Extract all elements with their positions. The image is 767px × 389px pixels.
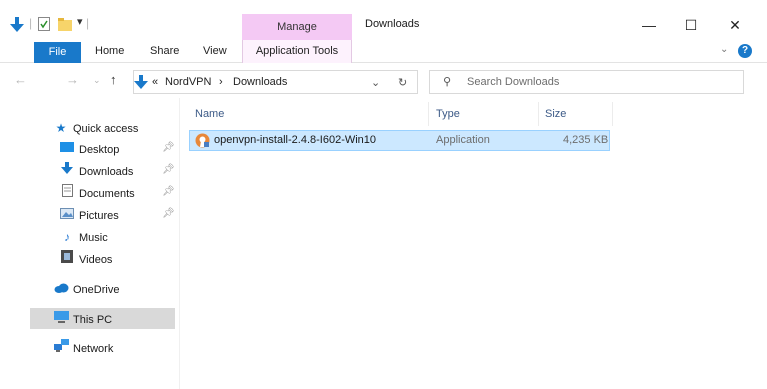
new-folder-icon[interactable] <box>58 17 72 31</box>
sidebar-item-onedrive[interactable]: OneDrive <box>53 279 119 299</box>
column-divider[interactable] <box>612 102 613 126</box>
desktop-icon <box>59 139 75 159</box>
column-header-type[interactable]: Type <box>436 108 460 120</box>
sidebar-item-label: Downloads <box>79 166 134 178</box>
address-dropdown-icon[interactable]: ⌄ <box>371 76 380 89</box>
forward-arrow-icon[interactable]: → <box>66 72 79 87</box>
file-type: Application <box>436 134 490 146</box>
sidebar-item-label: Pictures <box>79 210 119 222</box>
address-segment-nordvpn[interactable]: NordVPN <box>165 76 211 88</box>
sidebar-item-downloads[interactable]: Downloads <box>59 161 133 181</box>
sidebar-item-label: Music <box>79 232 108 244</box>
sidebar-item-music[interactable]: ♪ Music <box>59 227 108 247</box>
address-overflow[interactable]: « <box>152 76 158 88</box>
address-row: ← → ⌄ ↑ « NordVPN › Downloads ⌄ ↻ ⚲ Sear… <box>0 64 767 98</box>
pin-icon[interactable]: 📌︎ <box>162 186 175 197</box>
up-arrow-icon[interactable]: ↑ <box>110 72 117 87</box>
sidebar-item-desktop[interactable]: Desktop <box>59 139 119 159</box>
back-arrow-icon[interactable]: ← <box>14 72 27 87</box>
pin-icon[interactable]: 📌︎ <box>162 142 175 153</box>
address-segment-downloads[interactable]: Downloads <box>233 76 287 88</box>
refresh-icon[interactable]: ↻ <box>398 76 407 89</box>
sidebar-item-label: Desktop <box>79 144 120 156</box>
properties-icon[interactable] <box>38 17 50 31</box>
recent-locations-icon[interactable]: ⌄ <box>93 75 101 86</box>
search-input[interactable]: ⚲ Search Downloads <box>429 70 744 94</box>
sidebar-item-videos[interactable]: Videos <box>59 249 112 269</box>
address-bar[interactable]: « NordVPN › Downloads ⌄ ↻ <box>133 70 418 94</box>
close-button[interactable]: ✕ <box>720 16 750 34</box>
sidebar-item-quick-access[interactable]: ★ Quick access <box>53 118 139 138</box>
table-row[interactable]: openvpn-install-2.4.8-I602-Win10 Applica… <box>189 130 610 151</box>
sidebar-item-documents[interactable]: Documents <box>59 183 135 203</box>
help-icon[interactable]: ? <box>738 44 752 58</box>
sidebar-item-network[interactable]: Network <box>53 338 113 358</box>
sidebar-item-pictures[interactable]: Pictures <box>59 205 119 225</box>
sidebar-item-label: OneDrive <box>73 284 120 296</box>
window-title: Downloads <box>365 18 420 30</box>
address-separator[interactable]: › <box>219 76 223 88</box>
cloud-icon <box>53 279 69 299</box>
sidebar-item-label: Quick access <box>73 123 139 135</box>
navigation-pane: ★ Quick access Desktop 📌︎ Downloads 📌︎ Do… <box>0 98 180 389</box>
pictures-icon <box>59 205 75 225</box>
document-icon <box>59 183 75 203</box>
qat-separator: | <box>29 16 33 30</box>
sidebar-item-this-pc[interactable]: This PC <box>53 309 112 329</box>
sidebar-item-label: Videos <box>79 254 113 266</box>
column-divider[interactable] <box>428 102 429 126</box>
tab-view[interactable]: View <box>203 40 227 62</box>
tab-share[interactable]: Share <box>150 40 179 62</box>
tab-file[interactable]: File <box>34 42 81 63</box>
manage-tab[interactable]: Manage <box>242 14 352 40</box>
pin-icon[interactable]: 📌︎ <box>162 164 175 175</box>
downloads-location-icon <box>134 75 148 89</box>
file-size: 4,235 KB <box>563 134 609 146</box>
maximize-button[interactable]: ☐ <box>676 16 706 34</box>
sidebar-item-label: This PC <box>73 314 113 326</box>
video-icon <box>59 249 75 269</box>
sidebar-item-label: Documents <box>79 188 135 200</box>
search-icon: ⚲ <box>443 76 452 88</box>
network-icon <box>53 338 69 358</box>
star-icon: ★ <box>55 121 67 135</box>
title-bar: | ▾ | Manage Downloads — ☐ ✕ <box>0 0 767 40</box>
tab-application-tools[interactable]: Application Tools <box>242 40 352 63</box>
minimize-button[interactable]: — <box>634 16 664 34</box>
openvpn-app-icon <box>195 133 210 148</box>
column-divider[interactable] <box>538 102 539 126</box>
download-arrow-icon <box>59 161 75 181</box>
sidebar-item-label: Network <box>73 343 114 355</box>
ribbon-expand-icon[interactable]: ⌄ <box>720 44 728 55</box>
pin-icon[interactable]: 📌︎ <box>162 208 175 219</box>
search-placeholder: Search Downloads <box>467 76 560 88</box>
column-header-name[interactable]: Name <box>195 108 224 120</box>
music-note-icon: ♪ <box>64 230 70 244</box>
computer-icon <box>53 309 69 329</box>
file-name: openvpn-install-2.4.8-I602-Win10 <box>214 134 377 146</box>
down-arrow-icon[interactable] <box>10 17 24 33</box>
qat-separator-2: | <box>86 16 90 30</box>
tab-home[interactable]: Home <box>95 40 124 62</box>
column-header-size[interactable]: Size <box>545 108 566 120</box>
qat-dropdown-icon[interactable]: ▾ <box>77 15 83 28</box>
ribbon-tabs: File Home Share View Application Tools ⌄… <box>0 40 767 63</box>
